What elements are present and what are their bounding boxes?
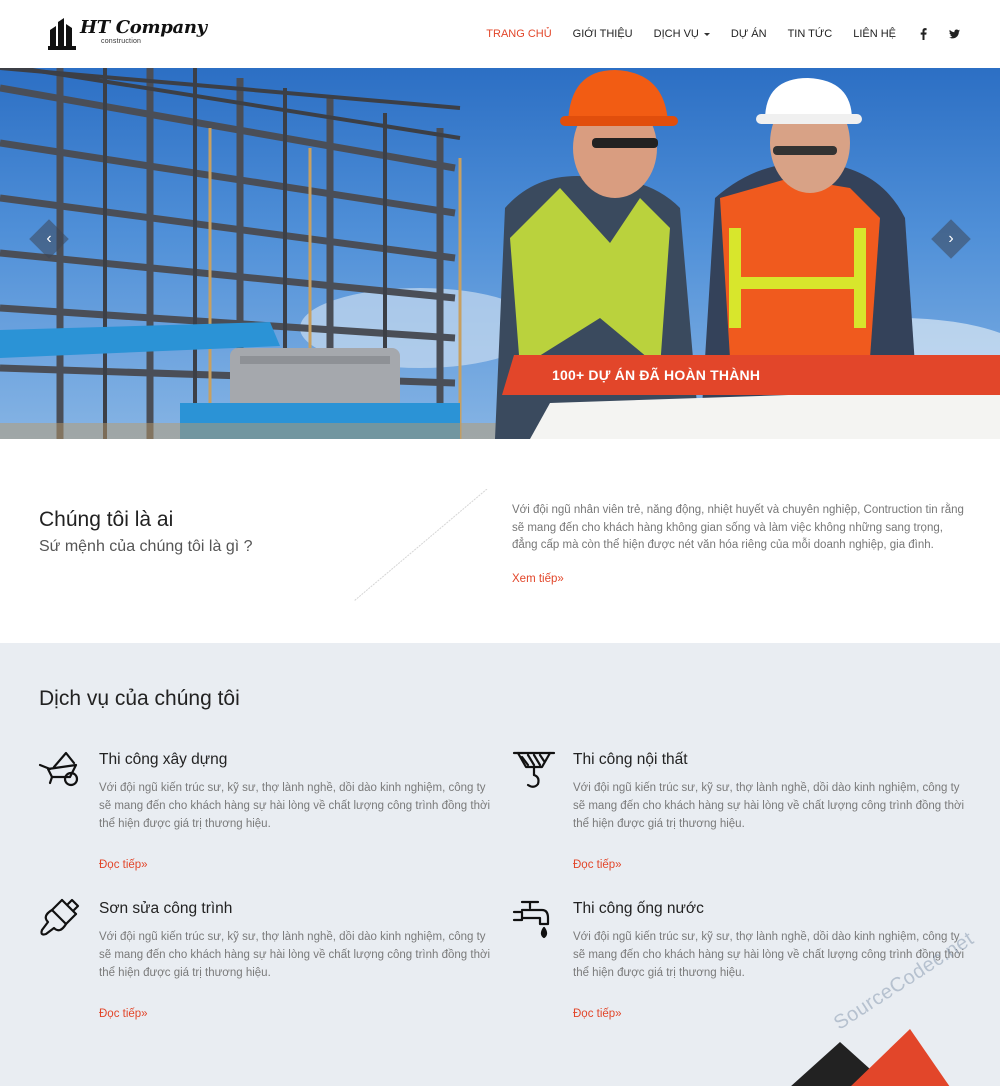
slider-prev-button[interactable]: ‹ (29, 219, 69, 259)
wheelbarrow-icon (38, 751, 79, 787)
decorative-corner (791, 1029, 950, 1086)
caret-down-icon (703, 33, 710, 36)
chevron-left-icon: ‹ (46, 230, 52, 247)
company-logo[interactable]: HT Company construction (48, 16, 207, 52)
twitter-icon[interactable] (949, 29, 960, 39)
service-read-more-link[interactable]: Đọc tiếp» (99, 1008, 148, 1020)
service-name: Sơn sửa công trình (99, 900, 233, 917)
nav-item-about[interactable]: GIỚI THIỆU (573, 28, 633, 40)
hero-banner-text: 100+ DỰ ÁN ĐÃ HOÀN THÀNH (552, 367, 761, 383)
service-read-more-link[interactable]: Đọc tiếp» (99, 859, 148, 871)
nav-item-contact[interactable]: LIÊN HỆ (853, 28, 896, 40)
service-read-more-link[interactable]: Đọc tiếp» (573, 859, 622, 871)
paint-brush-icon (40, 898, 80, 936)
main-nav: TRANG CHỦ GIỚI THIỆU DỊCH VỤ DỰ ÁN TIN T… (465, 0, 960, 68)
crane-hook-icon (512, 751, 556, 788)
service-name: Thi công xây dựng (99, 751, 228, 768)
service-desc: Với đội ngũ kiến trúc sư, kỹ sư, thợ làn… (99, 931, 491, 979)
hero-banner: 100+ DỰ ÁN ĐÃ HOÀN THÀNH (502, 355, 1000, 395)
nav-item-services-label: DỊCH VỤ (653, 28, 699, 40)
nav-item-projects[interactable]: DỰ ÁN (731, 28, 767, 40)
nav-item-home[interactable]: TRANG CHỦ (486, 28, 551, 40)
about-subtitle: Sứ mệnh của chúng tôi là gì ? (39, 538, 253, 555)
service-name: Thi công nội thất (573, 751, 688, 768)
slider-next-button[interactable]: › (931, 219, 971, 259)
logo-tagline: construction (101, 38, 142, 45)
about-read-more-link[interactable]: Xem tiếp» (512, 573, 564, 585)
site-header: HT Company construction TRANG CHỦ GIỚI T… (0, 0, 1000, 68)
service-name: Thi công ống nước (573, 900, 704, 917)
nav-item-news[interactable]: TIN TỨC (788, 28, 833, 40)
service-read-more-link[interactable]: Đọc tiếp» (573, 1008, 622, 1020)
services-title: Dịch vụ của chúng tôi (39, 687, 240, 710)
water-tap-icon (512, 900, 550, 939)
hero-slider[interactable]: ‹ › 100+ DỰ ÁN ĐÃ HOÀN THÀNH (0, 68, 1000, 439)
about-title: Chúng tôi là ai (39, 508, 174, 531)
nav-item-services[interactable]: DỊCH VỤ (654, 28, 710, 40)
about-section: Chúng tôi là ai Sứ mệnh của chúng tôi là… (0, 439, 1000, 643)
facebook-icon[interactable] (920, 28, 927, 40)
chevron-right-icon: › (948, 230, 954, 247)
services-section: Dịch vụ của chúng tôi Thi công xây dựng … (0, 643, 1000, 1086)
service-desc: Với đội ngũ kiến trúc sư, kỹ sư, thợ làn… (573, 782, 965, 830)
decorative-divider (353, 489, 488, 602)
service-desc: Với đội ngũ kiến trúc sư, kỹ sư, thợ làn… (99, 782, 491, 830)
about-text: Với đội ngũ nhân viên trẻ, năng động, nh… (512, 504, 964, 551)
logo-name: HT Company (80, 17, 207, 38)
building-logo-icon (48, 18, 76, 50)
